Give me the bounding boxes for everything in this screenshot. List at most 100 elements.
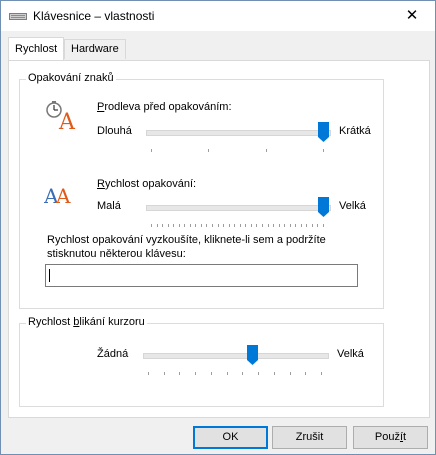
test-instructions-line2: stisknutou některou klávesu: (47, 248, 186, 260)
slider-tick (267, 224, 269, 227)
repeat-delay-icon: A (46, 101, 76, 131)
slider-tick (306, 224, 308, 227)
slider-tick (162, 224, 164, 227)
slider-tick (195, 224, 197, 227)
slider-tick (311, 224, 313, 227)
repeat-test-field[interactable] (45, 264, 358, 287)
slider-tick (178, 224, 180, 227)
slider-thumb[interactable] (318, 122, 329, 142)
cursor-blink-legend-suffix: likání kurzoru (79, 316, 145, 328)
slider-track[interactable] (146, 205, 331, 211)
ok-button[interactable]: OK (193, 426, 268, 449)
ok-button-label: OK (222, 431, 239, 443)
tab-speed-label: Rychlost (15, 43, 58, 55)
slider-tick (284, 224, 286, 227)
slider-tick (278, 224, 280, 227)
slider-tick (261, 224, 263, 227)
slider-tick (217, 224, 219, 227)
slider-tick (321, 372, 322, 375)
repeat-rate-icon: A A (44, 184, 71, 208)
slider-tick (305, 372, 307, 375)
slider-tick (323, 224, 324, 227)
slider-ticks (151, 149, 324, 153)
slider-tick (208, 149, 210, 152)
slider-tick (273, 224, 275, 227)
repeat-delay-min-label: Dlouhá (97, 125, 132, 137)
slider-ticks (151, 224, 324, 228)
svg-text:A: A (55, 184, 71, 208)
slider-tick (250, 224, 252, 227)
slider-tick (151, 224, 152, 227)
apply-button[interactable]: Použít (353, 426, 428, 449)
slider-tick (148, 372, 149, 375)
slider-tick (265, 149, 267, 152)
slider-tick (163, 372, 165, 375)
slider-track[interactable] (143, 353, 329, 359)
slider-tick (234, 224, 236, 227)
window-title: Klávesnice – vlastnosti (33, 9, 155, 23)
slider-ticks (148, 372, 322, 376)
slider-tick (289, 372, 291, 375)
repeat-delay-label: Prodleva před opakováním: (97, 101, 232, 113)
tab-panel-speed: Opakování znaků A Prodleva před opakován… (8, 60, 430, 418)
slider-tick (258, 372, 260, 375)
cancel-button-label: Zrušit (295, 431, 324, 443)
title-bar[interactable]: Klávesnice – vlastnosti ✕ (1, 1, 435, 31)
tab-speed[interactable]: Rychlost (8, 37, 65, 60)
apply-label-prefix: Použ (374, 431, 400, 443)
slider-tick (273, 372, 275, 375)
slider-tick (242, 372, 244, 375)
repeat-rate-min-label: Malá (97, 200, 121, 212)
slider-tick (239, 224, 241, 227)
repeat-rate-mnemonic: R (97, 178, 105, 190)
slider-tick (323, 149, 324, 152)
slider-tick (256, 224, 258, 227)
repeat-rate-label: Rychlost opakování: (97, 178, 196, 190)
slider-track[interactable] (146, 130, 331, 136)
apply-button-label: Použít (375, 431, 406, 443)
cursor-blink-legend-prefix: Rychlost (28, 316, 74, 328)
slider-tick (210, 372, 212, 375)
slider-tick (289, 224, 291, 227)
cursor-blink-group: Rychlost blikání kurzoru (19, 316, 384, 407)
cancel-button[interactable]: Zrušit (272, 426, 347, 449)
slider-thumb[interactable] (246, 345, 258, 365)
repeat-delay-label-text: rodleva před opakováním: (104, 101, 232, 113)
slider-tick (300, 224, 302, 227)
slider-tick (223, 224, 225, 227)
slider-tick (151, 149, 152, 152)
repeat-rate-label-text: ychlost opakování: (104, 178, 197, 190)
test-instructions-line1: Rychlost opakování vyzkoušíte, kliknete-… (47, 234, 326, 246)
close-button[interactable]: ✕ (389, 1, 435, 31)
slider-tick (206, 224, 208, 227)
slider-tick (245, 224, 247, 227)
slider-tick (167, 224, 169, 227)
slider-tick (317, 224, 319, 227)
keyboard-properties-window: Klávesnice – vlastnosti ✕ Rychlost Hardw… (0, 0, 436, 455)
slider-tick (179, 372, 181, 375)
cursor-blink-min-label: Žádná (97, 348, 129, 360)
tab-hardware[interactable]: Hardware (64, 39, 126, 59)
slider-tick (212, 224, 214, 227)
text-caret (49, 269, 50, 282)
character-repeat-legend: Opakování znaků (26, 72, 116, 84)
slider-tick (295, 224, 297, 227)
slider-tick (184, 224, 186, 227)
cursor-blink-max-label: Velká (337, 348, 364, 360)
svg-text:A: A (58, 110, 76, 131)
tab-hardware-label: Hardware (71, 43, 119, 55)
apply-label-suffix: t (403, 431, 407, 443)
slider-tick (156, 224, 158, 227)
close-icon: ✕ (405, 7, 419, 24)
slider-thumb[interactable] (318, 197, 329, 217)
keyboard-icon (9, 13, 27, 20)
slider-tick (226, 372, 228, 375)
slider-tick (200, 224, 202, 227)
repeat-rate-max-label: Velká (339, 200, 366, 212)
slider-tick (228, 224, 230, 227)
slider-tick (195, 372, 197, 375)
repeat-delay-max-label: Krátká (339, 125, 371, 137)
slider-tick (173, 224, 175, 227)
slider-tick (189, 224, 191, 227)
cursor-blink-legend: Rychlost blikání kurzoru (26, 316, 147, 328)
